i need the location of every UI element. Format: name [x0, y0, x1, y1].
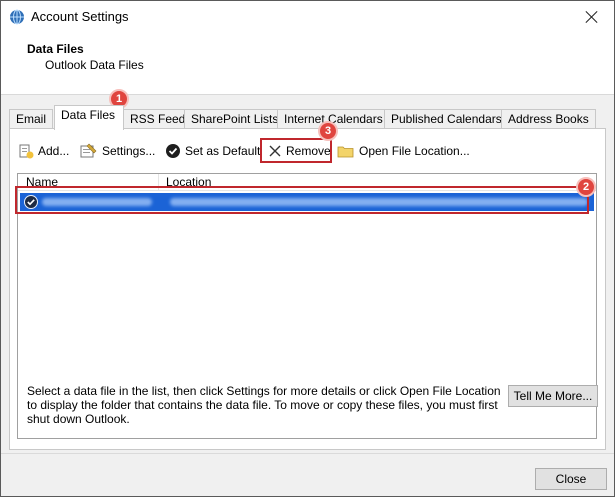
settings-icon — [80, 143, 97, 158]
callout-highlight-remove — [260, 138, 332, 163]
callout-badge-3: 3 — [318, 121, 338, 141]
folder-icon — [337, 146, 354, 158]
add-button[interactable]: Add... — [18, 141, 69, 161]
add-file-icon — [19, 144, 34, 159]
tab-data-files[interactable]: Data Files — [54, 105, 124, 130]
account-settings-window: Account Settings Data Files Outlook Data… — [0, 0, 615, 497]
tell-me-more-button[interactable]: Tell Me More... — [508, 385, 598, 407]
close-button-label: Close — [555, 472, 587, 486]
tell-me-more-label: Tell Me More... — [513, 389, 593, 403]
footer-divider — [1, 453, 614, 454]
description-text: Select a data file in the list, then cli… — [27, 384, 501, 426]
page-subtitle: Outlook Data Files — [45, 58, 144, 72]
header-area: Data Files Outlook Data Files — [1, 33, 614, 95]
open-file-location-label: Open File Location... — [359, 144, 470, 158]
settings-button-label: Settings... — [102, 144, 156, 158]
add-button-label: Add... — [38, 144, 70, 158]
data-files-panel: Add... Settings... Set as Default Remove… — [9, 128, 606, 450]
tab-published-calendars[interactable]: Published Calendars — [384, 109, 509, 129]
page-title: Data Files — [27, 42, 84, 56]
tab-email[interactable]: Email — [9, 109, 54, 129]
window-title: Account Settings — [31, 9, 129, 24]
title-bar: Account Settings — [1, 1, 614, 33]
set-as-default-button[interactable]: Set as Default — [165, 141, 260, 161]
checkmark-circle-icon — [166, 144, 180, 158]
callout-highlight-row — [15, 186, 589, 214]
close-button[interactable]: Close — [535, 468, 607, 490]
callout-badge-2: 2 — [576, 177, 596, 197]
open-file-location-button[interactable]: Open File Location... — [337, 141, 470, 161]
tab-sharepoint-lists[interactable]: SharePoint Lists — [184, 109, 286, 129]
set-as-default-label: Set as Default — [185, 144, 261, 158]
outlook-globe-icon — [10, 9, 24, 25]
tab-address-books[interactable]: Address Books — [501, 109, 596, 129]
close-icon[interactable] — [582, 7, 602, 27]
settings-button[interactable]: Settings... — [80, 141, 155, 161]
